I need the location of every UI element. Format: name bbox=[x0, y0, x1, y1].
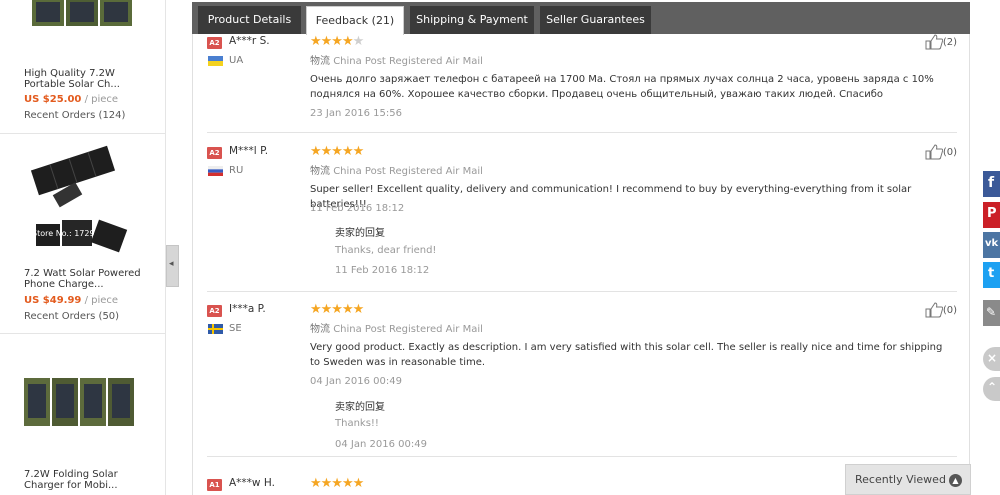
feedback-item: A2 I***a P. SE ★★★★★ 物流 China Post Regis… bbox=[207, 302, 957, 457]
shipping-method: 物流 China Post Registered Air Mail bbox=[310, 166, 483, 177]
tab-shipping-payment[interactable]: Shipping & Payment bbox=[410, 6, 534, 34]
buyer-level-badge: A2 bbox=[207, 147, 222, 159]
buyer-name: A***r S. bbox=[229, 35, 270, 47]
product-title[interactable]: 7.2W Folding Solar Charger for Mobi... bbox=[24, 469, 144, 491]
scroll-top-icon[interactable]: ⌃ bbox=[983, 377, 1000, 401]
recently-viewed-toggle[interactable]: Recently Viewed ▲ bbox=[845, 464, 971, 495]
feedback-date: 11 Feb 2016 18:12 bbox=[310, 203, 405, 214]
seller-reply-text: Thanks!! bbox=[335, 418, 379, 429]
product-image[interactable]: Store No.: 1729 bbox=[22, 144, 140, 259]
store-watermark: Store No.: 1729 bbox=[32, 229, 95, 238]
product-price: US $25.00 / piece bbox=[24, 94, 119, 105]
feedback-date: 04 Jan 2016 00:49 bbox=[310, 376, 402, 387]
product-price: US $49.99 / piece bbox=[24, 295, 119, 306]
shipping-method: 物流 China Post Registered Air Mail bbox=[310, 324, 483, 335]
feedback-date: 23 Jan 2016 15:56 bbox=[310, 108, 402, 119]
tab-product-details[interactable]: Product Details bbox=[198, 6, 301, 34]
seller-reply-date: 11 Feb 2016 18:12 bbox=[335, 265, 430, 276]
facebook-icon[interactable]: f bbox=[983, 171, 1000, 197]
seller-reply-title: 卖家的回复 bbox=[335, 228, 385, 239]
helpful-button[interactable]: (0) bbox=[925, 302, 957, 318]
product-image[interactable] bbox=[22, 374, 140, 434]
seller-reply-text: Thanks, dear friend! bbox=[335, 245, 437, 256]
buyer-country: RU bbox=[229, 165, 244, 176]
product-card[interactable]: Store No.: 1729 7.2 Watt Solar Powered P… bbox=[0, 134, 166, 334]
collapse-sidebar-button[interactable]: ◂ bbox=[166, 245, 179, 287]
buyer-level-badge: A1 bbox=[207, 479, 222, 491]
detail-tabs: Product Details Feedback (21) Shipping &… bbox=[192, 2, 970, 35]
thumbs-up-icon bbox=[925, 302, 944, 318]
related-products: High Quality 7.2W Portable Solar Ch... U… bbox=[0, 0, 166, 495]
rating-stars: ★★★★★ bbox=[310, 144, 364, 159]
feedback-text: Super seller! Excellent quality, deliver… bbox=[310, 184, 912, 210]
feedback-item: A2 M***l P. RU ★★★★★ 物流 China Post Regis… bbox=[207, 144, 957, 292]
shipping-method: 物流 China Post Registered Air Mail bbox=[310, 56, 483, 67]
rating-stars: ★★★★★ bbox=[310, 34, 364, 49]
product-card[interactable]: High Quality 7.2W Portable Solar Ch... U… bbox=[0, 0, 166, 134]
ru-flag-icon bbox=[208, 166, 223, 176]
product-title[interactable]: High Quality 7.2W Portable Solar Ch... bbox=[24, 68, 144, 90]
vk-icon[interactable]: vk bbox=[983, 232, 1000, 258]
se-flag-icon bbox=[208, 324, 223, 334]
edit-icon[interactable]: ✎ bbox=[983, 300, 1000, 326]
product-card[interactable]: 7.2W Folding Solar Charger for Mobi... bbox=[0, 334, 166, 495]
product-title[interactable]: 7.2 Watt Solar Powered Phone Charge... bbox=[24, 268, 144, 290]
buyer-name: M***l P. bbox=[229, 145, 269, 157]
pinterest-icon[interactable]: P bbox=[983, 202, 1000, 228]
feedback-text: Очень долго заряжает телефон с батареей … bbox=[310, 74, 934, 100]
rating-stars: ★★★★★ bbox=[310, 302, 364, 317]
twitter-icon[interactable]: t bbox=[983, 262, 1000, 288]
buyer-country: UA bbox=[229, 55, 244, 66]
product-orders: Recent Orders (124) bbox=[24, 110, 126, 121]
seller-reply-date: 04 Jan 2016 00:49 bbox=[335, 439, 427, 450]
chevron-up-icon: ▲ bbox=[949, 474, 962, 487]
tab-feedback[interactable]: Feedback (21) bbox=[306, 6, 404, 35]
product-image[interactable] bbox=[22, 0, 140, 32]
page: High Quality 7.2W Portable Solar Ch... U… bbox=[0, 0, 1000, 495]
thumbs-up-icon bbox=[925, 144, 944, 160]
rating-stars: ★★★★★ bbox=[310, 476, 364, 491]
buyer-country: SE bbox=[229, 323, 242, 334]
thumbs-up-icon bbox=[925, 34, 944, 50]
buyer-name: I***a P. bbox=[229, 303, 266, 315]
close-icon[interactable]: × bbox=[983, 347, 1000, 371]
chevron-left-icon: ◂ bbox=[169, 259, 174, 269]
feedback-list: A2 A***r S. UA ★★★★★ 物流 China Post Regis… bbox=[192, 34, 970, 495]
feedback-item: A2 A***r S. UA ★★★★★ 物流 China Post Regis… bbox=[207, 34, 957, 133]
product-orders: Recent Orders (50) bbox=[24, 311, 120, 322]
feedback-text: Very good product. Exactly as descriptio… bbox=[310, 342, 943, 368]
recently-viewed-label: Recently Viewed bbox=[855, 473, 946, 486]
ua-flag-icon bbox=[208, 56, 223, 66]
buyer-level-badge: A2 bbox=[207, 305, 222, 317]
buyer-name: A***w H. bbox=[229, 477, 275, 489]
seller-reply-title: 卖家的回复 bbox=[335, 402, 385, 413]
helpful-button[interactable]: (0) bbox=[925, 144, 957, 160]
tab-seller-guarantees[interactable]: Seller Guarantees bbox=[540, 6, 651, 34]
buyer-level-badge: A2 bbox=[207, 37, 222, 49]
helpful-button[interactable]: (2) bbox=[925, 34, 957, 50]
